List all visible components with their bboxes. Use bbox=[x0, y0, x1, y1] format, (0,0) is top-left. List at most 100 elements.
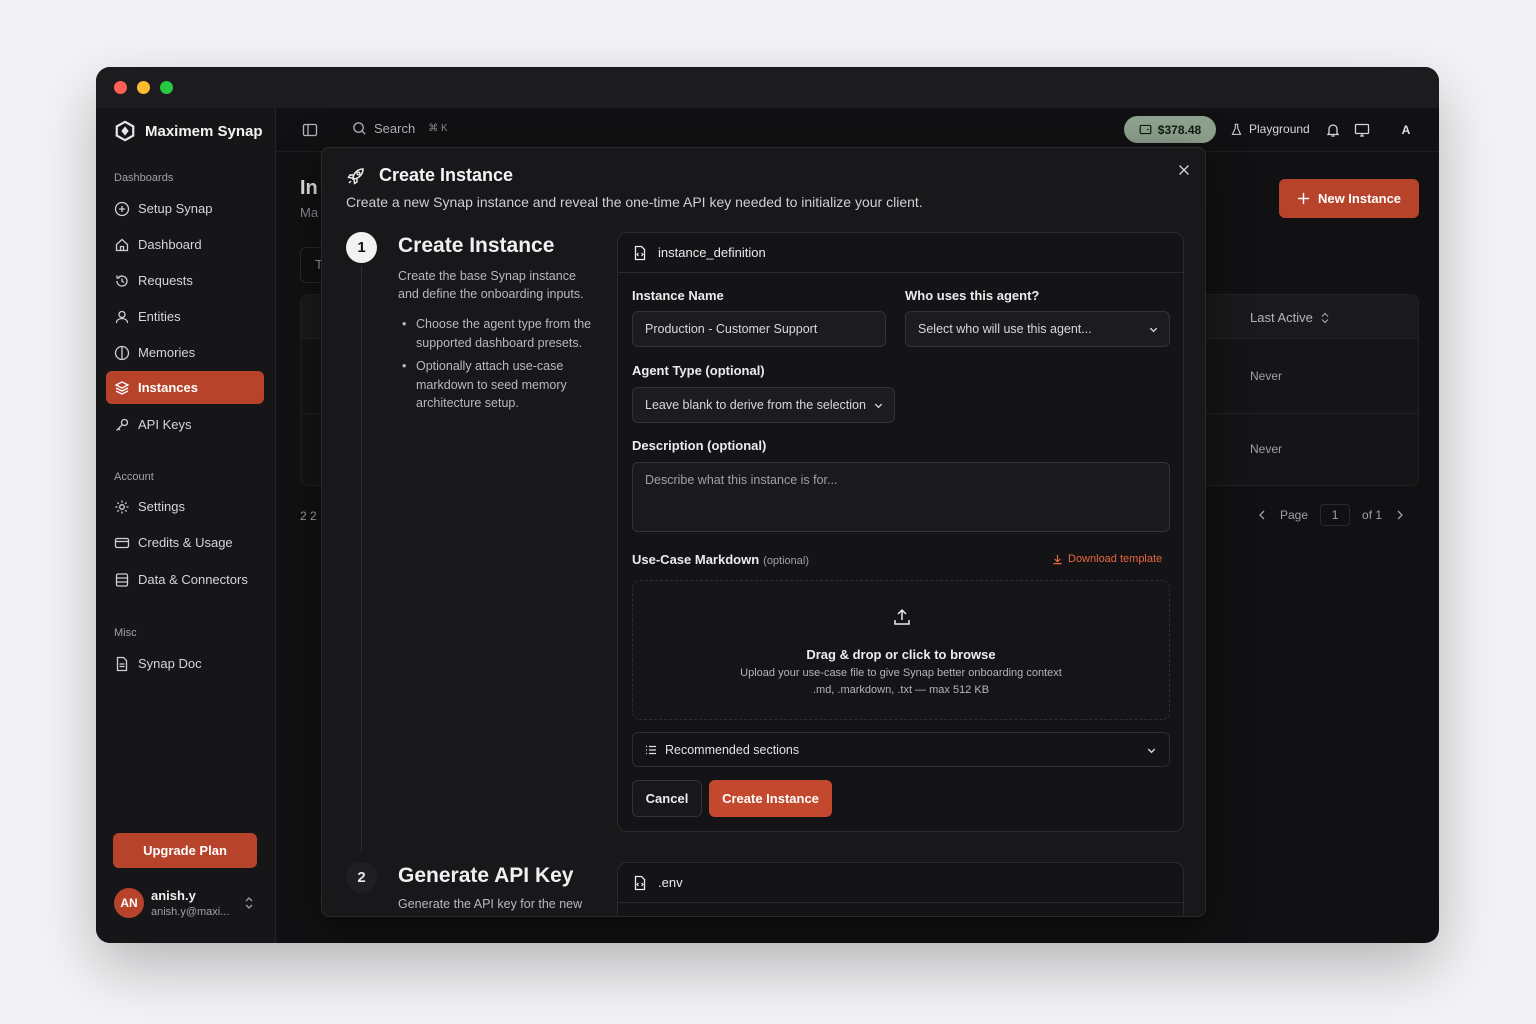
chevron-left-icon[interactable] bbox=[1256, 509, 1268, 521]
card-header-label: instance_definition bbox=[658, 245, 766, 260]
credit-card-icon bbox=[114, 537, 130, 548]
sidebar-item-label: Entities bbox=[138, 309, 181, 324]
step-connector bbox=[361, 266, 362, 852]
search-shortcut: ⌘ K bbox=[428, 123, 448, 134]
half-circle-icon bbox=[114, 345, 130, 360]
sidebar-item-entities[interactable]: Entities bbox=[106, 300, 264, 333]
close-icon[interactable] bbox=[1177, 163, 1191, 177]
sidebar-item-label: Setup Synap bbox=[138, 201, 213, 216]
card-header: instance_definition bbox=[618, 233, 1183, 273]
step-2-indicator: 2 bbox=[346, 862, 377, 893]
search-label: Search bbox=[374, 121, 416, 136]
section-dashboards: Dashboards bbox=[114, 172, 174, 184]
chevron-down-icon bbox=[1149, 327, 1158, 333]
maximize-window-button[interactable] bbox=[160, 81, 173, 94]
modal-description: Create a new Synap instance and reveal t… bbox=[346, 194, 923, 210]
database-icon bbox=[115, 572, 129, 587]
search-button[interactable]: Search ⌘ K bbox=[352, 121, 448, 136]
table-cell-last-active: Never bbox=[1250, 442, 1283, 456]
sidebar-item-data-connectors[interactable]: Data & Connectors bbox=[106, 563, 264, 596]
agent-type-select[interactable]: Leave blank to derive from the selection bbox=[632, 387, 895, 423]
user-icon bbox=[115, 310, 129, 323]
sidebar-toggle-icon[interactable] bbox=[302, 122, 318, 138]
page-title: In bbox=[300, 177, 318, 199]
sidebar-item-dashboard[interactable]: Dashboard bbox=[106, 228, 264, 261]
plus-icon bbox=[1297, 192, 1310, 205]
key-icon bbox=[116, 418, 129, 431]
sidebar-item-label: Memories bbox=[138, 345, 196, 360]
sidebar-item-requests[interactable]: Requests bbox=[106, 264, 264, 297]
env-card: .env bbox=[617, 862, 1184, 916]
bell-icon[interactable] bbox=[1325, 122, 1341, 138]
sidebar-item-instances[interactable]: Instances bbox=[106, 371, 264, 404]
home-icon bbox=[115, 238, 129, 251]
user-menu[interactable]: AN anish.y anish.y@maxi... bbox=[114, 886, 264, 922]
wallet-icon bbox=[1139, 124, 1152, 135]
sidebar-item-settings[interactable]: Settings bbox=[106, 490, 264, 523]
step-1-text: Create the base Synap instance and defin… bbox=[398, 269, 584, 301]
search-icon bbox=[353, 122, 366, 135]
playground-label: Playground bbox=[1249, 122, 1310, 136]
topbar-avatar[interactable]: A bbox=[1394, 118, 1418, 142]
section-account: Account bbox=[114, 471, 154, 483]
sidebar-item-api-keys[interactable]: API Keys bbox=[106, 408, 264, 441]
sidebar-item-label: Dashboard bbox=[138, 237, 202, 252]
dropzone-title: Drag & drop or click to browse bbox=[806, 647, 996, 662]
download-template-link[interactable]: Download template bbox=[1052, 553, 1162, 565]
playground-link[interactable]: Playground bbox=[1230, 122, 1310, 136]
create-instance-modal: Create Instance Create a new Synap insta… bbox=[321, 147, 1206, 917]
new-instance-label: New Instance bbox=[1317, 191, 1402, 206]
create-instance-button[interactable]: Create Instance bbox=[709, 780, 832, 817]
column-last-active[interactable]: Last Active bbox=[1250, 310, 1331, 325]
pagination: Page 1 of 1 bbox=[1256, 504, 1406, 526]
sidebar-item-setup-synap[interactable]: Setup Synap bbox=[106, 192, 264, 225]
list-icon bbox=[646, 745, 656, 754]
step-1-bullet: Optionally attach use-case markdown to s… bbox=[402, 357, 601, 413]
download-template-label: Download template bbox=[1068, 553, 1163, 565]
description-textarea[interactable]: Describe what this instance is for... bbox=[632, 462, 1170, 532]
step-1-bullet: Choose the agent type from the supported… bbox=[402, 315, 601, 352]
recommended-sections-toggle[interactable]: Recommended sections bbox=[632, 732, 1170, 767]
who-uses-select[interactable]: Select who will use this agent... bbox=[905, 311, 1170, 347]
file-code-icon bbox=[634, 245, 646, 260]
recommended-sections-label: Recommended sections bbox=[665, 742, 800, 757]
brand[interactable]: Maximem Synap bbox=[114, 120, 263, 142]
step-1-bullets: Choose the agent type from the supported… bbox=[402, 315, 601, 418]
page-subtitle: Ma bbox=[300, 205, 319, 220]
instance-name-label: Instance Name bbox=[632, 288, 724, 303]
chevron-down-icon bbox=[1147, 748, 1156, 754]
rocket-icon bbox=[347, 168, 364, 185]
sidebar-item-memories[interactable]: Memories bbox=[106, 336, 264, 369]
page-of-label: of 1 bbox=[1362, 508, 1383, 522]
close-window-button[interactable] bbox=[114, 81, 127, 94]
markdown-label: Use-Case Markdown (optional) bbox=[632, 552, 809, 567]
instance-name-input[interactable]: Production - Customer Support bbox=[632, 311, 886, 347]
credits-badge[interactable]: $378.48 bbox=[1124, 116, 1216, 143]
page-number-input[interactable]: 1 bbox=[1320, 504, 1351, 526]
sidebar-item-credits-usage[interactable]: Credits & Usage bbox=[106, 526, 264, 559]
upgrade-plan-button[interactable]: Upgrade Plan bbox=[113, 833, 257, 868]
layers-icon bbox=[114, 380, 130, 395]
markdown-label-text: Use-Case Markdown bbox=[632, 552, 760, 567]
step-1-title: Create Instance bbox=[398, 234, 555, 257]
sidebar-item-label: Credits & Usage bbox=[138, 535, 233, 550]
sidebar-item-label: Instances bbox=[138, 380, 198, 395]
app-window: Maximem Synap Dashboards Setup Synap Das… bbox=[96, 67, 1439, 943]
instance-definition-card: instance_definition Instance Name Produc… bbox=[617, 232, 1184, 832]
new-instance-button[interactable]: New Instance bbox=[1279, 179, 1419, 218]
sidebar-item-synap-doc[interactable]: Synap Doc bbox=[106, 647, 264, 680]
chevron-up-down-icon bbox=[245, 897, 253, 909]
description-label: Description (optional) bbox=[632, 438, 767, 453]
gear-icon bbox=[115, 500, 129, 513]
cancel-button[interactable]: Cancel bbox=[632, 780, 702, 817]
avatar: AN bbox=[114, 888, 144, 918]
monitor-icon[interactable] bbox=[1354, 122, 1370, 138]
upload-icon bbox=[894, 608, 910, 625]
minimize-window-button[interactable] bbox=[137, 81, 150, 94]
flask-icon bbox=[1231, 123, 1242, 135]
file-dropzone[interactable]: Drag & drop or click to browse Upload yo… bbox=[632, 580, 1170, 720]
section-misc: Misc bbox=[114, 627, 137, 639]
user-email: anish.y@maxi... bbox=[151, 906, 230, 918]
chevron-right-icon[interactable] bbox=[1394, 509, 1406, 521]
logo-icon bbox=[115, 120, 135, 142]
